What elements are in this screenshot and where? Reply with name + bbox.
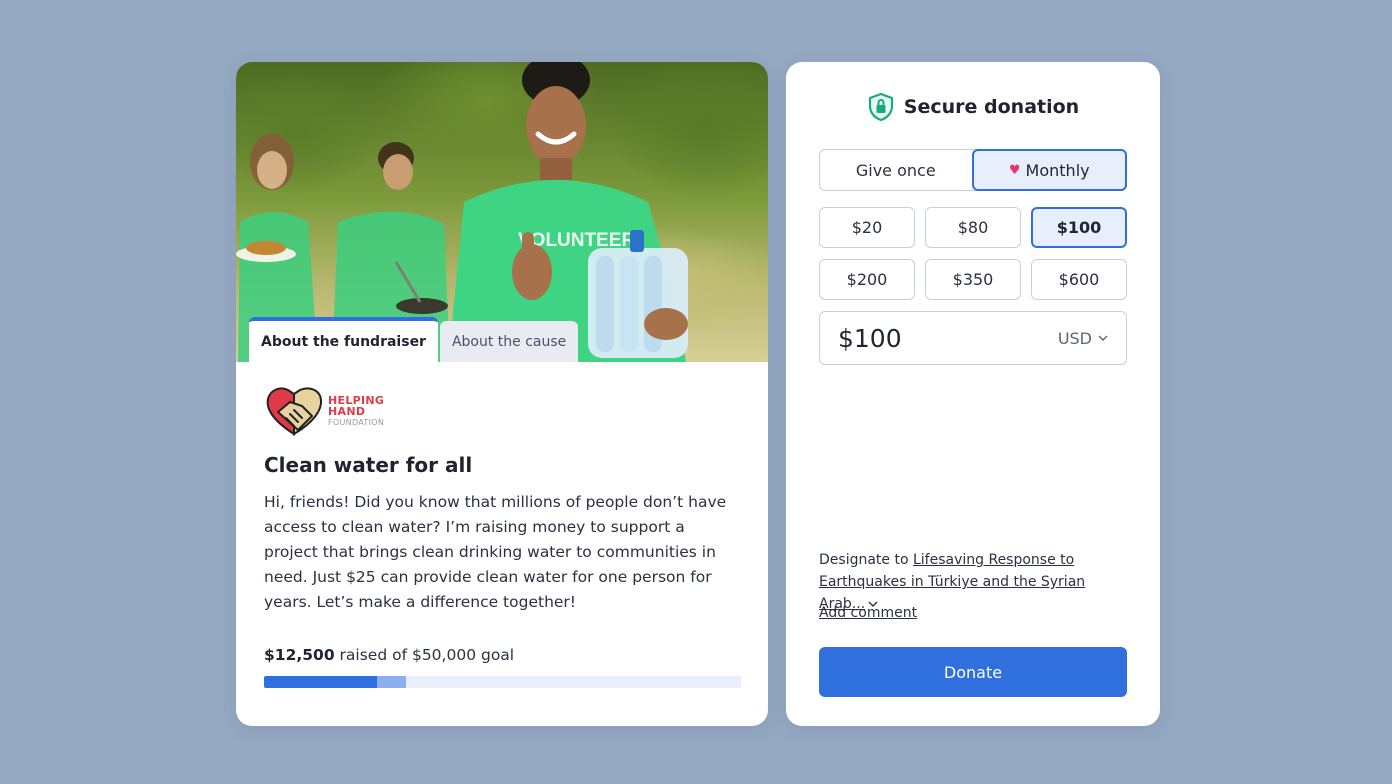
handshake-heart-icon	[266, 387, 323, 436]
add-comment-link[interactable]: Add comment	[819, 605, 917, 621]
fundraiser-tabs: About the fundraiser About the cause	[249, 317, 579, 362]
custom-amount-field[interactable]: $100 USD	[819, 311, 1127, 365]
progress-raised	[264, 676, 377, 688]
designate-prefix: Designate to	[819, 552, 913, 568]
shield-lock-icon	[868, 92, 893, 122]
progress-pending	[376, 676, 406, 688]
amount-option-350[interactable]: $350	[925, 259, 1021, 300]
raised-summary: $12,500 raised of $50,000 goal	[264, 646, 514, 664]
amount-option-100[interactable]: $100	[1031, 207, 1127, 248]
amount-option-20[interactable]: $20	[819, 207, 915, 248]
tab-about-cause[interactable]: About the cause	[439, 321, 579, 362]
fundraiser-card: VOLUNTEER About the fundraiser About the…	[236, 62, 768, 726]
secure-donation-title: Secure donation	[903, 96, 1080, 118]
frequency-toggle: Give once ♥ Monthly	[819, 149, 1127, 191]
amount-option-80[interactable]: $80	[925, 207, 1021, 248]
amount-option-200[interactable]: $200	[819, 259, 915, 300]
fundraising-progress-bar	[264, 676, 741, 688]
currency-select[interactable]: USD	[1058, 329, 1108, 348]
fundraiser-photo: VOLUNTEER About the fundraiser About the…	[236, 62, 768, 362]
preset-amounts: $20 $80 $100 $200 $350 $600	[819, 207, 1127, 300]
raised-amount: $12,500	[264, 646, 335, 664]
logo-line-foundation: FOUNDATION	[328, 417, 385, 427]
org-logo: HELPING HAND FOUNDATION	[264, 384, 394, 438]
logo-line-helping: HELPING	[328, 393, 385, 407]
designation-link-line1[interactable]: Lifesaving Response to	[913, 552, 1074, 568]
logo-line-hand: HAND	[328, 404, 366, 418]
chevron-down-icon	[1098, 335, 1108, 341]
monthly-label: Monthly	[1025, 160, 1090, 180]
give-once-label: Give once	[855, 160, 936, 180]
give-once-button[interactable]: Give once	[820, 150, 972, 190]
amount-value[interactable]: $100	[838, 324, 902, 353]
heart-icon: ♥	[1008, 162, 1021, 178]
raised-goal-text: raised of $50,000 goal	[334, 646, 515, 664]
secure-donation-header: Secure donation	[786, 90, 1160, 124]
monthly-button[interactable]: ♥ Monthly	[971, 149, 1127, 191]
donation-card: Secure donation Give once ♥ Monthly $20 $…	[786, 62, 1160, 726]
amount-option-600[interactable]: $600	[1031, 259, 1127, 300]
fundraiser-description: Hi, friends! Did you know that millions …	[264, 493, 727, 611]
fundraiser-title: Clean water for all	[264, 453, 473, 477]
donate-button[interactable]: Donate	[819, 647, 1127, 697]
currency-label: USD	[1057, 328, 1092, 348]
tab-about-fundraiser[interactable]: About the fundraiser	[249, 317, 438, 362]
